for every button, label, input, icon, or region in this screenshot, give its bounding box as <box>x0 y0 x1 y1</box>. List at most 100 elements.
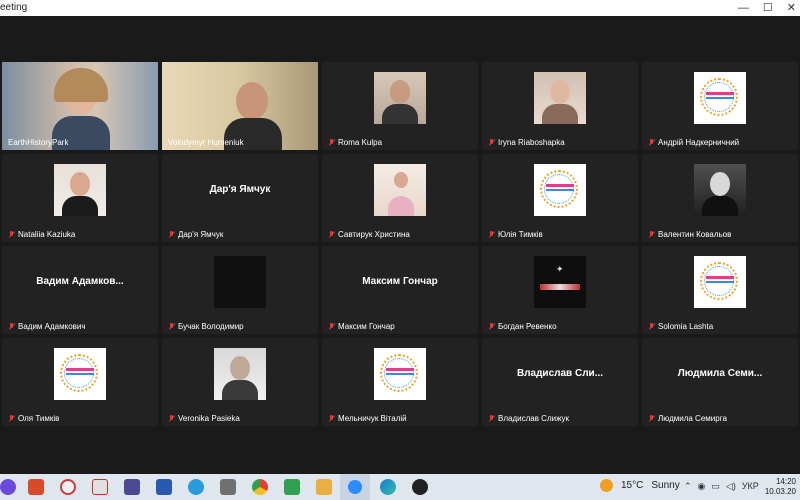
participant-tile[interactable]: Юлія Тимків <box>482 154 638 242</box>
participant-tile[interactable]: Nataliia Kaziuka <box>2 154 158 242</box>
mic-muted-icon <box>168 322 175 331</box>
clock-date: 10.03.20 <box>764 487 796 496</box>
avatar <box>694 256 746 308</box>
participant-tile[interactable]: Roma Kulpa <box>322 62 478 150</box>
participant-tile[interactable]: Валентин Ковальов <box>642 154 798 242</box>
sun-icon <box>600 479 613 492</box>
avatar <box>374 72 426 124</box>
mic-muted-icon <box>648 230 655 239</box>
participant-name: Nataliia Kaziuka <box>18 230 76 239</box>
avatar <box>374 164 426 216</box>
clock-time: 14:20 <box>775 477 796 486</box>
avatar <box>534 164 586 216</box>
participant-tile[interactable]: Iryna Riaboshapka <box>482 62 638 150</box>
participant-big-name: Вадим Адамков... <box>36 276 124 287</box>
mic-muted-icon <box>168 230 175 239</box>
viber-icon[interactable] <box>0 479 16 495</box>
participant-big-name: Максим Гончар <box>362 276 438 287</box>
close-icon[interactable]: ✕ <box>787 0 796 16</box>
video-feed <box>162 62 318 150</box>
participant-name: Iryna Riaboshapka <box>498 138 565 147</box>
participant-tile[interactable]: Veronika Pasieka <box>162 338 318 426</box>
participant-tile[interactable]: Дар'я Ямчук Дар'я Ямчук <box>162 154 318 242</box>
mic-muted-icon <box>648 414 655 423</box>
participant-name: Валентин Ковальов <box>658 230 732 239</box>
avatar <box>374 348 426 400</box>
powerpoint-icon[interactable] <box>28 479 44 495</box>
participant-tile[interactable]: EarthHistoryPark <box>2 62 158 150</box>
clock[interactable]: 14:20 10.03.20 <box>765 477 796 497</box>
participant-tile[interactable]: ✦ Богдан Ревенко <box>482 246 638 334</box>
weather-widget[interactable]: 15°C Sunny <box>600 479 680 492</box>
avatar <box>694 72 746 124</box>
avatar <box>214 256 266 308</box>
participant-tile[interactable]: Мельничук Віталій <box>322 338 478 426</box>
participant-tile[interactable]: Volodymyr Humeniuk <box>162 62 318 150</box>
participant-name: Solomia Lashta <box>658 322 714 331</box>
mic-muted-icon <box>648 322 655 331</box>
word-icon[interactable] <box>156 479 172 495</box>
participant-tile[interactable]: Людмила Семи... Людмила Семирга <box>642 338 798 426</box>
participant-name: Савтирук Христина <box>338 230 410 239</box>
participant-tile[interactable]: Оля Тимків <box>2 338 158 426</box>
participant-name: Оля Тимків <box>18 414 60 423</box>
participant-name: Вадим Адамкович <box>18 322 86 331</box>
window-titlebar: eeting — ☐ ✕ <box>0 0 800 16</box>
opera-icon[interactable] <box>60 479 76 495</box>
participant-name: Юлія Тимків <box>498 230 543 239</box>
wifi-icon[interactable]: ◉ <box>698 481 706 492</box>
participant-tile[interactable]: Владислав Сли... Владислав Слижук <box>482 338 638 426</box>
participant-big-name: Дар'я Ямчук <box>209 184 271 195</box>
participant-grid: EarthHistoryPark Volodymyr Humeniuk Roma… <box>0 16 800 474</box>
save-app-icon[interactable] <box>124 479 140 495</box>
participant-name: Мельничук Віталій <box>338 414 407 423</box>
avatar <box>214 348 266 400</box>
taskbar: 15°C Sunny ⌃ ◉ ▭ ◁) УКР 14:20 10.03.20 <box>0 474 800 500</box>
participant-tile[interactable]: Максим Гончар Максим Гончар <box>322 246 478 334</box>
mic-muted-icon <box>328 414 335 423</box>
system-tray: ⌃ ◉ ▭ ◁) УКР <box>684 481 759 492</box>
chevron-up-icon[interactable]: ⌃ <box>684 481 692 492</box>
mic-muted-icon <box>328 138 335 147</box>
participant-tile[interactable]: Бучак Володимир <box>162 246 318 334</box>
participant-tile[interactable]: Вадим Адамков... Вадим Адамкович <box>2 246 158 334</box>
participant-name: Максим Гончар <box>338 322 395 331</box>
app-icon[interactable] <box>92 479 108 495</box>
avatar <box>534 72 586 124</box>
participant-tile[interactable]: Solomia Lashta <box>642 246 798 334</box>
weather-temp: 15°C <box>621 480 644 491</box>
mic-muted-icon <box>168 414 175 423</box>
telegram-icon[interactable] <box>188 479 204 495</box>
mic-muted-icon <box>488 414 495 423</box>
mic-muted-icon <box>328 230 335 239</box>
participant-name: Veronika Pasieka <box>178 414 240 423</box>
maximize-icon[interactable]: ☐ <box>763 0 773 16</box>
mic-muted-icon <box>488 230 495 239</box>
mic-muted-icon <box>8 322 15 331</box>
avatar <box>54 348 106 400</box>
participant-name: EarthHistoryPark <box>8 138 69 147</box>
calculator-icon[interactable] <box>220 479 236 495</box>
language-indicator[interactable]: УКР <box>742 481 759 492</box>
avatar <box>54 164 106 216</box>
video-feed <box>2 62 158 150</box>
participant-tile[interactable]: Савтирук Христина <box>322 154 478 242</box>
zoom-taskbar-item[interactable] <box>340 474 370 500</box>
folder-icon[interactable] <box>316 479 332 495</box>
minimize-icon[interactable]: — <box>738 0 749 16</box>
mic-muted-icon <box>488 138 495 147</box>
avatar: ✦ <box>534 256 586 308</box>
participant-big-name: Людмила Семи... <box>677 368 763 379</box>
mic-muted-icon <box>328 322 335 331</box>
volume-icon[interactable]: ◁) <box>726 481 736 492</box>
participant-name: Богдан Ревенко <box>498 322 557 331</box>
edge-icon[interactable] <box>380 479 396 495</box>
participant-tile[interactable]: Андрій Надкерничний <box>642 62 798 150</box>
participant-name: Бучак Володимир <box>178 322 244 331</box>
obs-icon[interactable] <box>412 479 428 495</box>
excel-icon[interactable] <box>284 479 300 495</box>
participant-name: Андрій Надкерничний <box>658 138 740 147</box>
chrome-icon[interactable] <box>252 479 268 495</box>
mic-muted-icon <box>648 138 655 147</box>
battery-icon[interactable]: ▭ <box>711 481 720 492</box>
